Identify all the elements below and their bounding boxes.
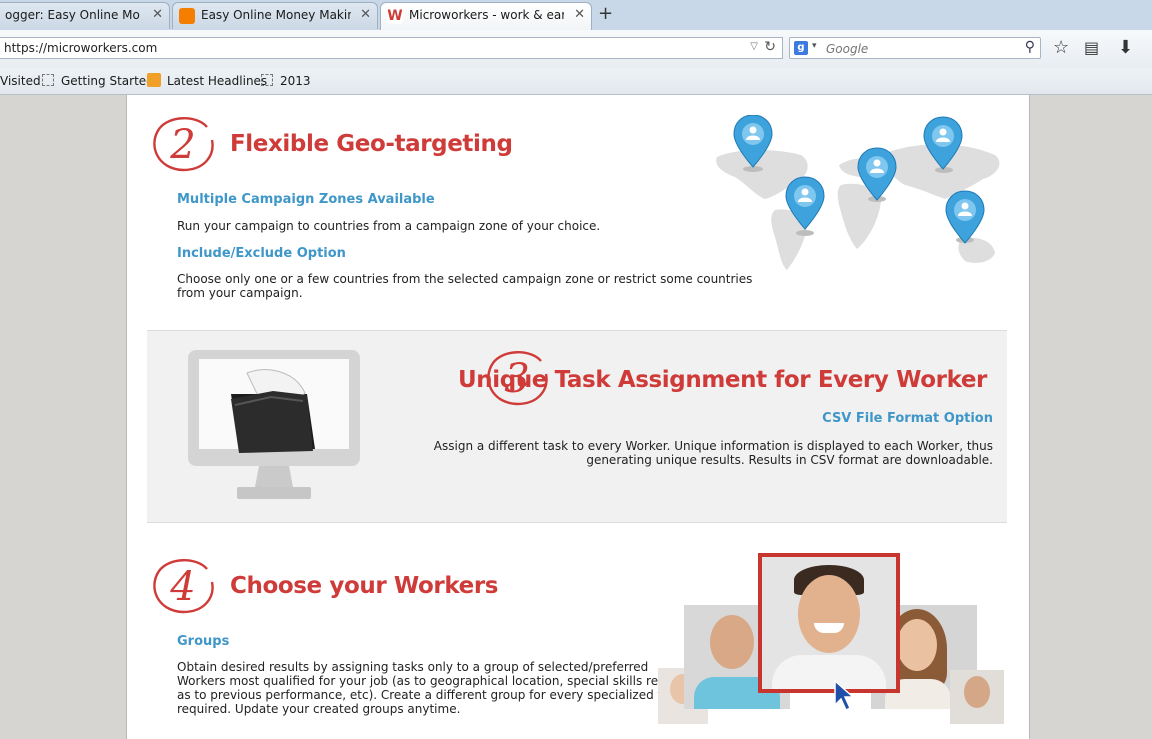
url-text: https://microworkers.com	[4, 41, 158, 55]
body-text: from your campaign.	[177, 286, 303, 300]
page-icon	[261, 74, 273, 86]
page-content: 2 Flexible Geo-targeting Multiple Campai…	[126, 95, 1030, 739]
search-box[interactable]: g ▾ ⚲	[789, 37, 1041, 59]
tab-blogger-1[interactable]: ogger: Easy Online Mone... ✕	[0, 2, 170, 29]
worker-photo	[950, 670, 1004, 724]
section-title: Flexible Geo-targeting	[230, 131, 513, 157]
sub-heading: Groups	[177, 634, 230, 649]
body-text: Workers most qualified for your job (as …	[177, 674, 701, 688]
google-icon[interactable]: g	[794, 41, 808, 55]
body-text: as to previous performance, etc). Create…	[177, 688, 690, 702]
tab-title: ogger: Easy Online Mone...	[5, 8, 140, 22]
bookmark-latest-headlines[interactable]: Latest Headlines	[167, 74, 267, 88]
body-text: Obtain desired results by assigning task…	[177, 660, 649, 674]
reading-list-icon[interactable]: ▤	[1084, 38, 1099, 57]
download-icon[interactable]: ⬇	[1118, 37, 1133, 58]
dropdown-arrow-icon[interactable]: ▾	[812, 41, 817, 51]
body-text: Run your campaign to countries from a ca…	[177, 219, 601, 233]
blogger-icon	[179, 8, 195, 24]
navigation-bar: https://microworkers.com ▽ ↻ g ▾ ⚲ ☆ ▤ ⬇	[0, 30, 1152, 68]
body-text: Choose only one or a few countries from …	[177, 272, 753, 286]
featured-worker-photo	[758, 553, 900, 693]
bookmark-star-icon[interactable]: ☆	[1053, 37, 1069, 58]
tab-strip: ogger: Easy Online Mone... ✕ Easy Online…	[0, 0, 1152, 31]
reload-icon[interactable]: ↻	[764, 39, 776, 55]
step-number: 4	[169, 564, 195, 610]
section-title: Choose your Workers	[230, 573, 499, 599]
tab-blogger-2[interactable]: Easy Online Money Makin... ✕	[172, 2, 378, 29]
step-number: 2	[169, 122, 195, 168]
address-bar[interactable]: https://microworkers.com ▽ ↻	[0, 37, 783, 59]
step-number-circle: 2	[153, 117, 214, 172]
monitor-folder-illustration	[188, 350, 360, 499]
sub-heading: Multiple Campaign Zones Available	[177, 192, 435, 207]
map-pin-icon	[945, 190, 985, 244]
step-number-circle: 4	[153, 559, 214, 614]
search-input[interactable]	[824, 39, 1018, 59]
tab-microworkers[interactable]: W Microworkers - work & ear... ✕	[380, 2, 592, 31]
bookmark-2013[interactable]: 2013	[280, 74, 311, 88]
section-unique-task: 3 Unique Task Assignment for Every Worke…	[147, 330, 1007, 523]
sub-heading: Include/Exclude Option	[177, 246, 346, 261]
bookmark-getting-started[interactable]: Getting Started	[61, 74, 154, 88]
mouse-cursor-icon	[834, 679, 855, 712]
search-icon[interactable]: ⚲	[1025, 39, 1035, 55]
page-icon	[42, 74, 54, 86]
section-title: Unique Task Assignment for Every Worker	[458, 367, 987, 393]
close-icon[interactable]: ✕	[574, 7, 585, 22]
tab-title: Easy Online Money Makin...	[201, 8, 351, 22]
sub-heading: CSV File Format Option	[822, 411, 993, 426]
bookmark-visited[interactable]: Visited	[0, 74, 41, 88]
new-tab-icon[interactable]: +	[598, 3, 613, 24]
body-text: Assign a different task to every Worker.…	[433, 439, 993, 453]
body-text: required. Update your created groups any…	[177, 702, 461, 716]
dropdown-arrow-icon[interactable]: ▽	[750, 41, 758, 52]
bookmarks-bar: Visited Getting Started Latest Headlines…	[0, 68, 1152, 95]
close-icon[interactable]: ✕	[360, 7, 371, 22]
rss-icon	[147, 73, 161, 87]
body-text: generating unique results. Results in CS…	[586, 453, 993, 467]
close-icon[interactable]: ✕	[152, 7, 163, 22]
tab-title: Microworkers - work & ear...	[409, 8, 564, 22]
microworkers-icon: W	[387, 8, 403, 24]
world-map-illustration	[716, 115, 1000, 270]
